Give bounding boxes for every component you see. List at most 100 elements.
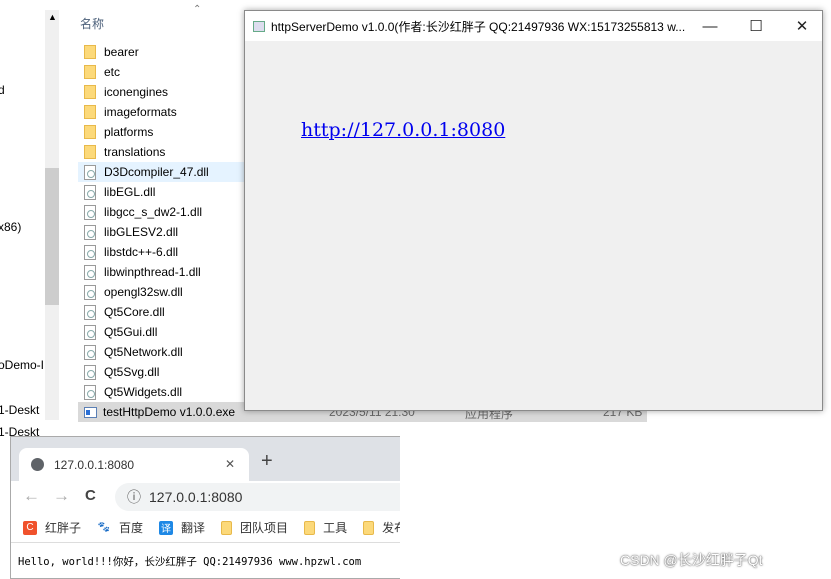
file-row[interactable]: Qt5Svg.dll <box>78 362 246 382</box>
reload-button[interactable]: C <box>85 487 96 504</box>
dll-file-icon <box>84 244 96 260</box>
folder-icon <box>304 520 316 535</box>
bookmark-label: 发布 <box>382 521 400 535</box>
dll-file-icon <box>84 344 96 360</box>
dll-file-icon <box>84 184 96 200</box>
file-row[interactable]: D3Dcompiler_47.dll <box>78 162 246 182</box>
nav-scrollbar-thumb[interactable] <box>45 168 59 305</box>
dll-file-icon <box>84 164 96 180</box>
file-row[interactable]: Qt5Core.dll <box>78 302 246 322</box>
file-row[interactable]: etc <box>78 62 246 82</box>
dll-file-icon <box>84 364 96 380</box>
folder-icon <box>84 125 96 139</box>
address-bar[interactable]: ⓘ 127.0.0.1:8080 <box>115 483 400 511</box>
nav-item[interactable]: x86) <box>0 220 21 234</box>
new-tab-button[interactable]: + <box>261 450 273 473</box>
file-row[interactable]: Qt5Widgets.dll <box>78 382 246 402</box>
nav-item[interactable]: 1-Deskt <box>0 403 39 417</box>
folder-icon <box>221 520 233 535</box>
folder-icon <box>84 145 96 159</box>
tab-strip: 127.0.0.1:8080 ✕ + <box>11 437 400 481</box>
file-name: Qt5Widgets.dll <box>104 385 183 399</box>
bookmark-label: 工具 <box>323 521 348 535</box>
file-name: Qt5Gui.dll <box>104 325 158 339</box>
file-row[interactable]: opengl32sw.dll <box>78 282 246 302</box>
dll-file-icon <box>84 224 96 240</box>
file-name: platforms <box>104 125 154 139</box>
file-row[interactable]: imageformats <box>78 102 246 122</box>
file-name: Qt5Network.dll <box>104 345 183 359</box>
file-row[interactable]: libstdc++-6.dll <box>78 242 246 262</box>
folder-icon <box>84 45 96 59</box>
bookmark-item[interactable]: 工具 <box>304 519 347 536</box>
exe-icon <box>84 406 97 418</box>
file-name: D3Dcompiler_47.dll <box>104 165 209 179</box>
folder-icon <box>363 520 375 535</box>
baidu-paw-icon: 🐾 <box>97 522 111 533</box>
qt-window: httpServerDemo v1.0.0(作者:长沙红胖子 QQ:214979… <box>244 10 823 411</box>
folder-icon <box>84 105 96 119</box>
bookmark-label: 红胖子 <box>45 521 82 535</box>
file-name: testHttpDemo v1.0.0.exe <box>103 405 236 419</box>
back-button[interactable]: ← <box>23 486 40 506</box>
file-name: libgcc_s_dw2-1.dll <box>104 205 203 219</box>
scroll-up-icon[interactable]: ▲ <box>48 12 57 22</box>
tab-close-icon[interactable]: ✕ <box>225 457 235 471</box>
browser-tab[interactable]: 127.0.0.1:8080 ✕ <box>19 448 249 481</box>
file-row[interactable]: bearer <box>78 42 246 62</box>
file-name: libwinpthread-1.dll <box>104 265 201 279</box>
file-name: Qt5Core.dll <box>104 305 165 319</box>
folder-icon <box>84 85 96 99</box>
file-name: libstdc++-6.dll <box>104 245 179 259</box>
csdn-watermark: CSDN @长沙红胖子Qt <box>620 552 763 568</box>
file-row[interactable]: platforms <box>78 122 246 142</box>
bookmark-item[interactable]: C 红胖子 <box>23 519 81 536</box>
file-name: libEGL.dll <box>104 185 156 199</box>
browser-window: 127.0.0.1:8080 ✕ + ← → C ⓘ 127.0.0.1:808… <box>10 436 400 579</box>
file-row[interactable]: libGLESV2.dll <box>78 222 246 242</box>
nav-item[interactable]: oDemo-I <box>0 358 44 372</box>
minimize-button[interactable]: — <box>687 11 733 41</box>
tab-title: 127.0.0.1:8080 <box>54 457 135 472</box>
bookmark-label: 翻译 <box>181 521 206 535</box>
file-name: Qt5Svg.dll <box>104 365 160 379</box>
translate-icon: 译 <box>159 520 174 535</box>
bookmark-label: 团队项目 <box>240 521 289 535</box>
bookmark-item[interactable]: 团队项目 <box>221 519 288 536</box>
file-name: iconengines <box>104 85 169 99</box>
maximize-button[interactable]: ☐ <box>733 11 779 41</box>
close-button[interactable]: ✕ <box>779 11 825 41</box>
file-name: translations <box>104 145 166 159</box>
file-name: opengl32sw.dll <box>104 285 183 299</box>
file-row[interactable]: translations <box>78 142 246 162</box>
file-name: bearer <box>104 45 139 59</box>
bookmark-item[interactable]: 发布 <box>363 519 400 536</box>
file-row[interactable]: Qt5Gui.dll <box>78 322 246 342</box>
file-name: imageformats <box>104 105 177 119</box>
nav-item[interactable]: d <box>0 83 5 97</box>
file-name: etc <box>104 65 121 79</box>
folder-icon <box>84 65 96 79</box>
file-row[interactable]: libwinpthread-1.dll <box>78 262 246 282</box>
page-content: Hello, world!!!你好，长沙红胖子 QQ:21497936 www.… <box>18 556 362 568</box>
browser-toolbar: ← → C ⓘ 127.0.0.1:8080 <box>11 481 400 513</box>
dll-file-icon <box>84 264 96 280</box>
column-header-name[interactable]: 名称 <box>80 15 104 32</box>
qt-title-bar[interactable]: httpServerDemo v1.0.0(作者:长沙红胖子 QQ:214979… <box>245 11 822 41</box>
bookmark-label: 百度 <box>119 521 144 535</box>
info-icon[interactable]: ⓘ <box>127 487 141 507</box>
window-title: httpServerDemo v1.0.0(作者:长沙红胖子 QQ:214979… <box>271 19 686 34</box>
server-url-link[interactable]: http://127.0.0.1:8080 <box>301 119 505 141</box>
file-row[interactable]: Qt5Network.dll <box>78 342 246 362</box>
dll-file-icon <box>84 384 96 400</box>
globe-icon <box>31 458 44 471</box>
forward-button[interactable]: → <box>53 486 70 506</box>
dll-file-icon <box>84 324 96 340</box>
bookmarks-bar: C 红胖子 🐾 百度 译翻译 团队项目 工具 发布 <box>11 513 400 543</box>
file-row[interactable]: libEGL.dll <box>78 182 246 202</box>
bookmark-item[interactable]: 译翻译 <box>159 519 205 536</box>
bookmark-item[interactable]: 🐾 百度 <box>97 519 143 536</box>
address-text: 127.0.0.1:8080 <box>149 489 243 505</box>
file-row[interactable]: libgcc_s_dw2-1.dll <box>78 202 246 222</box>
file-row[interactable]: iconengines <box>78 82 246 102</box>
